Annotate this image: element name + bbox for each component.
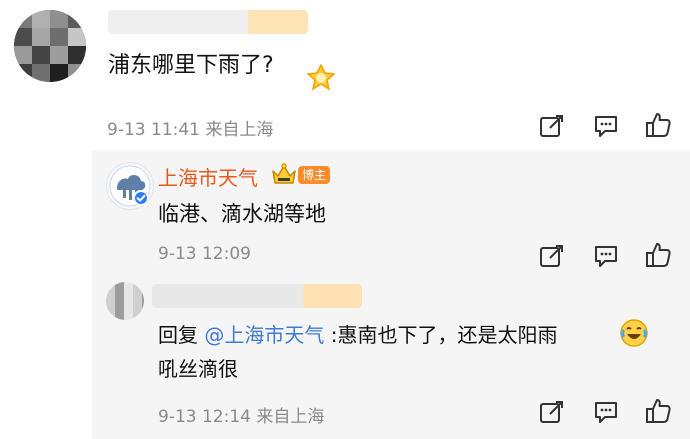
avatar[interactable] — [14, 10, 86, 82]
mention-link[interactable]: @上海市天气 — [204, 323, 324, 347]
reply-author[interactable]: 上海市天气 — [158, 166, 258, 190]
comment-icon[interactable] — [592, 398, 620, 426]
reply-text: :惠南也下了，还是太阳雨 — [330, 323, 558, 347]
reply-text: 临港、滴水湖等地 — [158, 202, 326, 226]
reply-prefix: 回复 — [158, 323, 205, 347]
star-badge-icon — [302, 62, 340, 92]
blurred-username[interactable] — [108, 10, 308, 34]
share-icon[interactable] — [538, 242, 566, 270]
like-icon[interactable] — [644, 110, 672, 138]
verified-icon — [133, 190, 149, 206]
comment-text: 浦东哪里下雨了? — [108, 53, 274, 78]
like-icon[interactable] — [644, 396, 672, 424]
like-icon[interactable] — [644, 240, 672, 268]
reply-meta: 9-13 12:14 来自上海 — [158, 407, 325, 427]
share-icon[interactable] — [538, 398, 566, 426]
comment-icon[interactable] — [592, 242, 620, 270]
laugh-cry-emoji-icon — [619, 318, 649, 348]
avatar[interactable] — [106, 282, 144, 320]
share-icon[interactable] — [538, 112, 566, 140]
reply-meta: 9-13 12:09 — [158, 244, 251, 264]
reply-text-line2: 吼丝滴很 — [158, 357, 238, 381]
author-badge: 博主 — [298, 166, 331, 184]
comment-meta: 9-13 11:41 来自上海 — [107, 120, 274, 140]
crown-icon — [270, 162, 298, 186]
blurred-username[interactable] — [152, 284, 362, 308]
comment-icon[interactable] — [592, 112, 620, 140]
